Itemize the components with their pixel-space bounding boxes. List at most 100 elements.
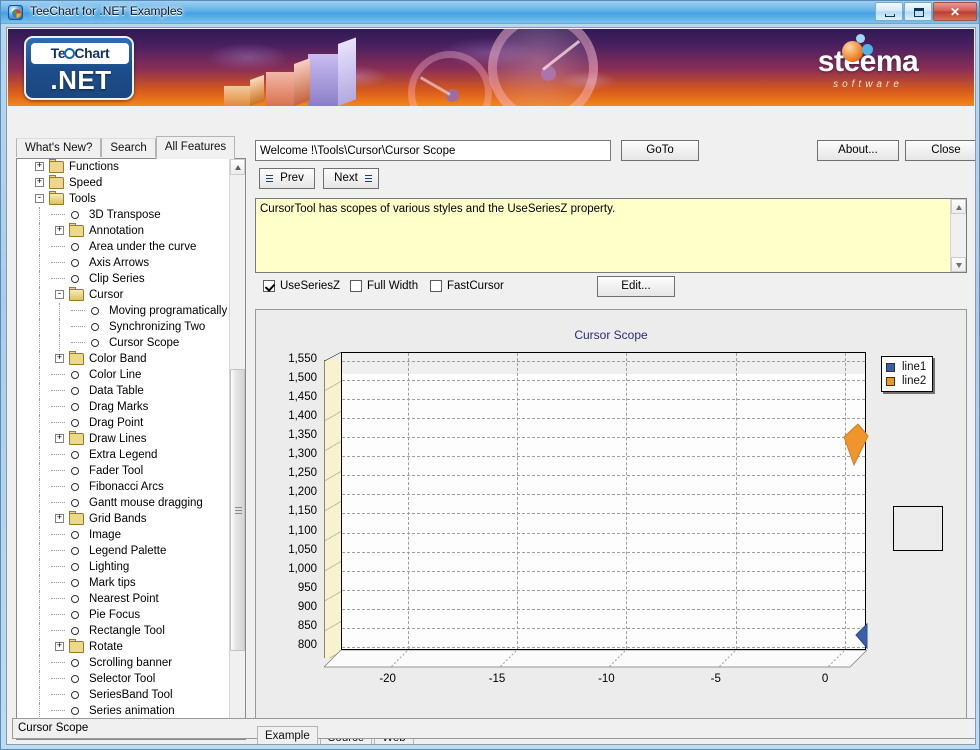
goto-button[interactable]: GoTo	[621, 140, 699, 161]
tree-expand-icon[interactable]: +	[55, 354, 64, 363]
tree-expand-icon[interactable]: +	[55, 434, 64, 443]
tree-guide-dots	[51, 454, 65, 455]
tree-item-mark-tips[interactable]: Mark tips	[17, 575, 230, 591]
tree-item-annotation[interactable]: + Annotation	[17, 223, 230, 239]
tree-item-cursor-scope[interactable]: Cursor Scope	[17, 335, 230, 351]
tree-collapse-icon[interactable]: -	[55, 290, 64, 299]
chart-plot-area[interactable]	[341, 352, 866, 650]
tree-item-moving-programatically[interactable]: Moving programatically	[17, 303, 230, 319]
prev-button[interactable]: Prev	[259, 168, 315, 189]
tree-guide-line	[39, 639, 40, 655]
next-button[interactable]: Next	[323, 168, 379, 189]
tree-item-extra-legend[interactable]: Extra Legend	[17, 447, 230, 463]
tree-guide-dots	[51, 662, 65, 663]
about-button[interactable]: About...	[817, 140, 899, 161]
tree-item-rectangle-tool[interactable]: Rectangle Tool	[17, 623, 230, 639]
y-axis-tick-label: 1,050	[288, 543, 317, 556]
edit-button[interactable]: Edit...	[597, 276, 675, 297]
description-scrollbar[interactable]	[950, 199, 966, 272]
leaf-circle-icon	[71, 243, 79, 251]
tree-item-data-table[interactable]: Data Table	[17, 383, 230, 399]
tree-guide-dots	[51, 406, 65, 407]
tree-guide-line	[59, 319, 60, 335]
tree-item-label: Selector Tool	[89, 673, 156, 685]
tree-guide-line	[39, 223, 40, 239]
legend-item[interactable]: line1	[886, 360, 926, 374]
tree-item-grid-bands[interactable]: + Grid Bands	[17, 511, 230, 527]
tree-item-image[interactable]: Image	[17, 527, 230, 543]
tree-item-fader-tool[interactable]: Fader Tool	[17, 463, 230, 479]
folder-body	[69, 289, 84, 301]
folder-icon	[49, 159, 65, 174]
tree-item-nearest-point[interactable]: Nearest Point	[17, 591, 230, 607]
tree-item-drag-marks[interactable]: Drag Marks	[17, 399, 230, 415]
tree-item-label: SeriesBand Tool	[89, 689, 173, 701]
tree-item-selector-tool[interactable]: Selector Tool	[17, 671, 230, 687]
top-tab-what-s-new[interactable]: What's New?	[16, 138, 102, 157]
leaf-circle-icon	[71, 211, 79, 219]
tree-item-pie-focus[interactable]: Pie Focus	[17, 607, 230, 623]
tree-item-cursor[interactable]: - Cursor	[17, 287, 230, 303]
chart-container[interactable]: Cursor Scope line1 line2	[255, 309, 967, 719]
bottom-tab-example[interactable]: Example	[257, 726, 318, 744]
desc-scroll-down-button[interactable]	[951, 257, 966, 272]
minimize-button[interactable]	[875, 2, 903, 21]
tree-item-color-line[interactable]: Color Line	[17, 367, 230, 383]
restore-icon	[914, 8, 924, 17]
tree-scroll-up-button[interactable]	[230, 159, 245, 175]
legend-item[interactable]: line2	[886, 374, 926, 388]
tree-item-draw-lines[interactable]: + Draw Lines	[17, 431, 230, 447]
tree-guide-dots	[51, 694, 65, 695]
tree-item-fibonacci-arcs[interactable]: Fibonacci Arcs	[17, 479, 230, 495]
tree-item-label: Pie Focus	[89, 609, 141, 621]
tree-item-drag-point[interactable]: Drag Point	[17, 415, 230, 431]
tree-guide-line	[39, 335, 40, 351]
tree-item-clip-series[interactable]: Clip Series	[17, 271, 230, 287]
maximize-button[interactable]	[904, 2, 932, 21]
tree-scrollbar[interactable]	[229, 159, 245, 739]
tree-collapse-icon[interactable]: -	[35, 194, 44, 203]
tree-item-synchronizing-two[interactable]: Synchronizing Two	[17, 319, 230, 335]
fastcursor-label: FastCursor	[447, 280, 504, 292]
tree-item-gantt-mouse-dragging[interactable]: Gantt mouse dragging	[17, 495, 230, 511]
chart-gridline-horizontal	[342, 379, 865, 381]
chart-wall-hatching	[325, 360, 341, 658]
tree-item-area-under-the-curve[interactable]: Area under the curve	[17, 239, 230, 255]
chevron-up-icon	[956, 205, 962, 210]
chart-gridline-vertical	[626, 353, 628, 649]
leaf-circle-icon	[71, 659, 79, 667]
tree-item-axis-arrows[interactable]: Axis Arrows	[17, 255, 230, 271]
tree-item-seriesband-tool[interactable]: SeriesBand Tool	[17, 687, 230, 703]
tree-expand-icon[interactable]: +	[55, 226, 64, 235]
tree-item-3d-transpose[interactable]: 3D Transpose	[17, 207, 230, 223]
path-input[interactable]	[255, 140, 611, 161]
tree-item-functions[interactable]: + Functions	[17, 159, 230, 175]
tree-scrollbar-thumb[interactable]	[230, 369, 245, 651]
tree-item-scrolling-banner[interactable]: Scrolling banner	[17, 655, 230, 671]
tree-item-tools[interactable]: - Tools	[17, 191, 230, 207]
tree-guide-line	[39, 671, 40, 687]
cursor-scope-box[interactable]	[893, 506, 943, 551]
gauge-hub	[541, 66, 556, 81]
chart-legend[interactable]: line1 line2	[881, 356, 934, 392]
features-tree-panel[interactable]: + Functions + Speed - Tools 3D Transpose + Annot…	[16, 158, 246, 740]
close-dialog-button[interactable]: Close	[905, 140, 975, 161]
tree-item-series-animation[interactable]: Series animation	[17, 703, 230, 719]
chart-title: Cursor Scope	[574, 328, 648, 342]
chart-gridline-vertical	[407, 353, 409, 649]
desc-scroll-up-button[interactable]	[951, 199, 966, 214]
tree-guide-dots	[51, 678, 65, 679]
top-tab-all-features[interactable]: All Features	[155, 136, 236, 159]
tree-item-speed[interactable]: + Speed	[17, 175, 230, 191]
tree-item-legend-palette[interactable]: Legend Palette	[17, 543, 230, 559]
tree-expand-icon[interactable]: +	[55, 514, 64, 523]
tree-item-rotate[interactable]: + Rotate	[17, 639, 230, 655]
tree-expand-icon[interactable]: +	[35, 178, 44, 187]
steema-logo: steema software	[788, 34, 948, 93]
tree-expand-icon[interactable]: +	[55, 642, 64, 651]
tree-item-color-band[interactable]: + Color Band	[17, 351, 230, 367]
tree-item-lighting[interactable]: Lighting	[17, 559, 230, 575]
close-button[interactable]: ✕	[933, 2, 977, 21]
top-tab-search[interactable]: Search	[101, 138, 156, 157]
tree-expand-icon[interactable]: +	[35, 162, 44, 171]
